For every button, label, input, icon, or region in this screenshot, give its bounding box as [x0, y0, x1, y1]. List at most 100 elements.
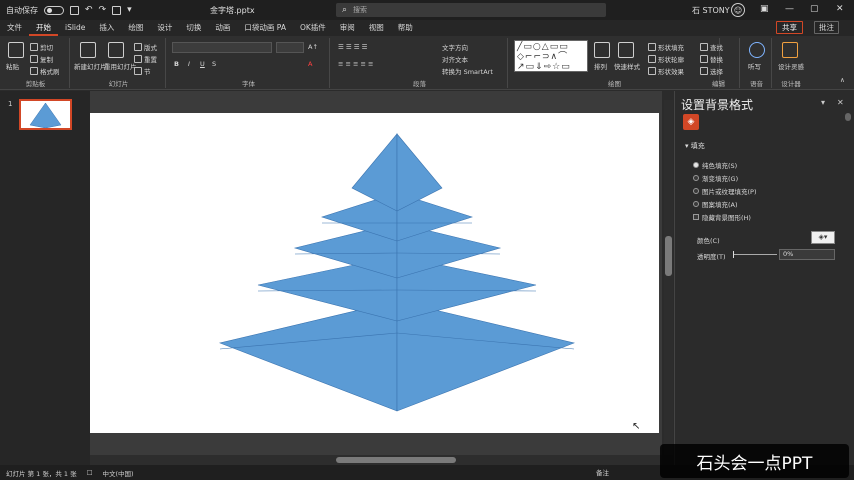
solid-fill-radio[interactable] [693, 162, 699, 168]
pyramid-tier-right-face[interactable] [396, 300, 576, 412]
shape-outline-button[interactable]: 形状轮廓 [648, 54, 684, 64]
tab-ok-plugin[interactable]: OK插件 [293, 20, 333, 36]
arrange-icon[interactable] [594, 42, 610, 58]
font-size-select[interactable] [276, 42, 304, 53]
picture-fill-radio[interactable] [693, 188, 699, 194]
font-color-button[interactable]: A [308, 60, 312, 68]
tab-design[interactable]: 设计 [150, 20, 179, 36]
ribbon-display-icon[interactable]: ▣ [760, 4, 769, 14]
slide-canvas[interactable] [90, 113, 659, 433]
vertical-scrollbar-thumb[interactable] [665, 236, 672, 276]
shape-fill-button[interactable]: 形状填充 [648, 42, 684, 52]
transparency-slider[interactable] [733, 254, 777, 255]
cut-button[interactable]: 剪切 [30, 42, 53, 52]
align-icons[interactable]: ≡ ≡ ≡ ≡ ≡ [338, 60, 374, 68]
present-icon[interactable] [112, 5, 122, 15]
tab-draw[interactable]: 绘图 [121, 20, 150, 36]
tab-insert[interactable]: 插入 [92, 20, 121, 36]
tab-help[interactable]: 帮助 [391, 20, 420, 36]
tab-review[interactable]: 审阅 [333, 20, 362, 36]
shadow-button[interactable]: S [212, 60, 216, 68]
text-direction-button[interactable]: 文字方向 [442, 42, 468, 52]
picture-fill-option[interactable]: 图片或纹理填充(P) [693, 186, 757, 196]
save-icon[interactable] [70, 5, 79, 15]
share-button[interactable]: 共享 [776, 21, 803, 34]
pane-options-icon[interactable]: ▾ [821, 98, 825, 107]
design-ideas-button[interactable]: 设计灵感 [778, 61, 804, 71]
undo-icon[interactable]: ↶ [85, 5, 93, 15]
gradient-fill-radio[interactable] [693, 175, 699, 181]
replace-button[interactable]: 替换 [700, 54, 723, 64]
spellcheck-icon[interactable]: ☐ [87, 469, 93, 477]
fill-section-header[interactable]: ▾ 填充 [685, 141, 705, 151]
tab-file[interactable]: 文件 [0, 20, 29, 36]
align-text-button[interactable]: 对齐文本 [442, 54, 468, 64]
tab-pocket-animation[interactable]: 口袋动画 PA [237, 20, 293, 36]
reuse-slides-button[interactable]: 重用幻灯片 [104, 61, 137, 71]
slide-thumbnail[interactable] [19, 99, 72, 130]
smartart-button[interactable]: 转换为 SmartArt [442, 66, 493, 76]
search-box[interactable]: ⌕ 搜索 [336, 3, 606, 17]
pane-close-icon[interactable]: ✕ [837, 98, 844, 107]
copy-button[interactable]: 复制 [30, 54, 53, 64]
new-slide-button[interactable]: 新建幻灯片 [74, 61, 107, 71]
pyramid-tier-left-face[interactable] [351, 133, 398, 212]
quick-styles-icon[interactable] [618, 42, 634, 58]
horizontal-scrollbar[interactable] [90, 455, 662, 465]
restore-button[interactable]: ▢ [810, 4, 819, 14]
tab-animations[interactable]: 动画 [208, 20, 237, 36]
customize-toolbar-icon[interactable]: ▾ [127, 5, 132, 15]
tab-islide[interactable]: iSlide [58, 20, 92, 36]
section-button[interactable]: 节 [134, 66, 151, 76]
quick-styles-button[interactable]: 快速样式 [614, 61, 640, 71]
arrange-button[interactable]: 排列 [594, 61, 607, 71]
grow-font-icon[interactable]: A↑ [308, 43, 318, 51]
pattern-fill-option[interactable]: 图案填充(A) [693, 199, 738, 209]
reuse-slides-icon[interactable] [108, 42, 124, 58]
transparency-slider-handle[interactable] [733, 251, 734, 258]
reset-button[interactable]: 重置 [134, 54, 157, 64]
format-painter-button[interactable]: 格式刷 [30, 66, 60, 76]
pyramid-tier-right-face[interactable] [396, 133, 443, 212]
user-name[interactable]: 石 STONY [692, 5, 730, 16]
notes-button[interactable]: 备注 [596, 467, 609, 477]
horizontal-scrollbar-thumb[interactable] [336, 457, 456, 463]
fill-bucket-icon[interactable]: ◈ [683, 114, 699, 130]
color-picker-button[interactable]: ◈▾ [811, 231, 835, 244]
collapse-ribbon-icon[interactable]: ∧ [840, 76, 845, 84]
find-button[interactable]: 查找 [700, 42, 723, 52]
microphone-icon[interactable] [749, 42, 765, 58]
gradient-fill-option[interactable]: 渐变填充(G) [693, 173, 738, 183]
dictate-button[interactable]: 听写 [748, 61, 761, 71]
pane-scrollbar[interactable] [845, 113, 851, 121]
bold-button[interactable]: B [174, 60, 179, 68]
minimize-button[interactable]: — [785, 4, 794, 14]
close-button[interactable]: ✕ [836, 4, 844, 14]
select-button[interactable]: 选择 [700, 66, 723, 76]
design-ideas-icon[interactable] [782, 42, 798, 58]
avatar[interactable]: ☺ [731, 3, 745, 17]
pattern-fill-radio[interactable] [693, 201, 699, 207]
layout-button[interactable]: 版式 [134, 42, 157, 52]
underline-button[interactable]: U [200, 60, 205, 68]
pyramid-tier-left-face[interactable] [218, 300, 398, 412]
paste-button[interactable]: 粘贴 [6, 61, 19, 71]
hide-background-option[interactable]: 隐藏背景图形(H) [693, 212, 751, 222]
shape-effects-button[interactable]: 形状效果 [648, 66, 684, 76]
tab-view[interactable]: 视图 [362, 20, 391, 36]
italic-button[interactable]: I [188, 60, 190, 68]
bullets-icon[interactable]: ☰ ☰ ☰ ☰ [338, 43, 368, 51]
language-indicator[interactable]: 中文(中国) [102, 468, 133, 478]
solid-fill-option[interactable]: 纯色填充(S) [693, 160, 737, 170]
redo-icon[interactable]: ↷ [99, 5, 107, 15]
new-slide-icon[interactable] [80, 42, 96, 58]
autosave-toggle[interactable] [44, 5, 64, 15]
comment-button[interactable]: 批注 [814, 21, 839, 34]
shapes-gallery[interactable]: ╱▭○△▭▭ ◇⌐⌐⊃∧⌒ ↗▭⇓⇨☆▭ [514, 40, 588, 72]
font-name-select[interactable] [172, 42, 272, 53]
tab-transitions[interactable]: 切换 [179, 20, 208, 36]
transparency-input[interactable]: 0% [779, 249, 835, 260]
tab-home[interactable]: 开始 [29, 20, 58, 36]
vertical-scrollbar[interactable] [664, 100, 673, 455]
paste-icon[interactable] [8, 42, 24, 58]
